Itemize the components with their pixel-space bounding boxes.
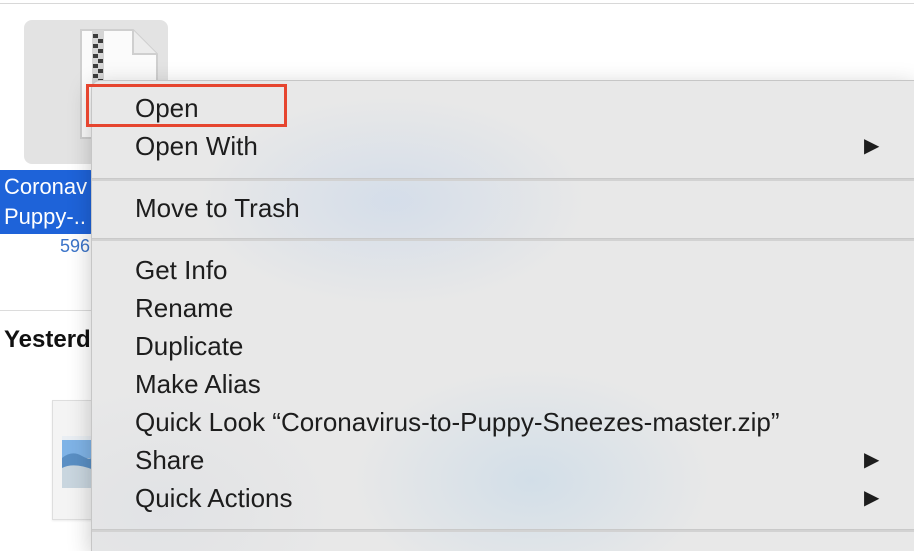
menu-item-rename[interactable]: Rename (92, 289, 914, 327)
menu-item-make-alias[interactable]: Make Alias (92, 365, 914, 403)
file-name-line-2: Puppy-.. (4, 204, 86, 229)
selected-file-name[interactable]: Coronav Puppy-.. (0, 170, 94, 234)
menu-item-get-info[interactable]: Get Info (92, 251, 914, 289)
menu-item-label: Get Info (135, 255, 228, 285)
menu-item-quick-look[interactable]: Quick Look “Coronavirus-to-Puppy-Sneezes… (92, 403, 914, 441)
menu-item-label: Move to Trash (135, 193, 300, 223)
menu-item-label: Rename (135, 293, 234, 323)
menu-item-duplicate[interactable]: Duplicate (92, 327, 914, 365)
submenu-arrow-icon: ▶ (864, 449, 880, 471)
menu-separator (92, 178, 914, 181)
file-name-line-1: Coronav (4, 174, 88, 199)
menu-item-quick-actions[interactable]: Quick Actions ▶ (92, 479, 914, 517)
menu-item-label: Quick Actions (135, 483, 293, 513)
menu-item-label: Open With (135, 131, 258, 161)
menu-separator (92, 529, 914, 532)
submenu-arrow-icon: ▶ (864, 135, 880, 157)
menu-separator (92, 238, 914, 241)
menu-item-label: Share (135, 445, 205, 475)
highlight-outline (86, 84, 287, 127)
section-header-yesterday: Yesterd (4, 326, 91, 353)
context-menu: Open Open With ▶ Move to Trash Get Info … (91, 80, 914, 551)
menu-item-share[interactable]: Share ▶ (92, 441, 914, 479)
menu-item-move-to-trash[interactable]: Move to Trash (92, 189, 914, 227)
file-size-label: 596 (60, 236, 91, 256)
image-file-icon (62, 436, 94, 488)
top-divider (0, 3, 914, 4)
menu-item-label: Make Alias (135, 369, 261, 399)
menu-item-open-with[interactable]: Open With ▶ (92, 127, 914, 165)
menu-item-label: Quick Look “Coronavirus-to-Puppy-Sneezes… (135, 407, 780, 437)
menu-item-label: Duplicate (135, 331, 244, 361)
submenu-arrow-icon: ▶ (864, 487, 880, 509)
